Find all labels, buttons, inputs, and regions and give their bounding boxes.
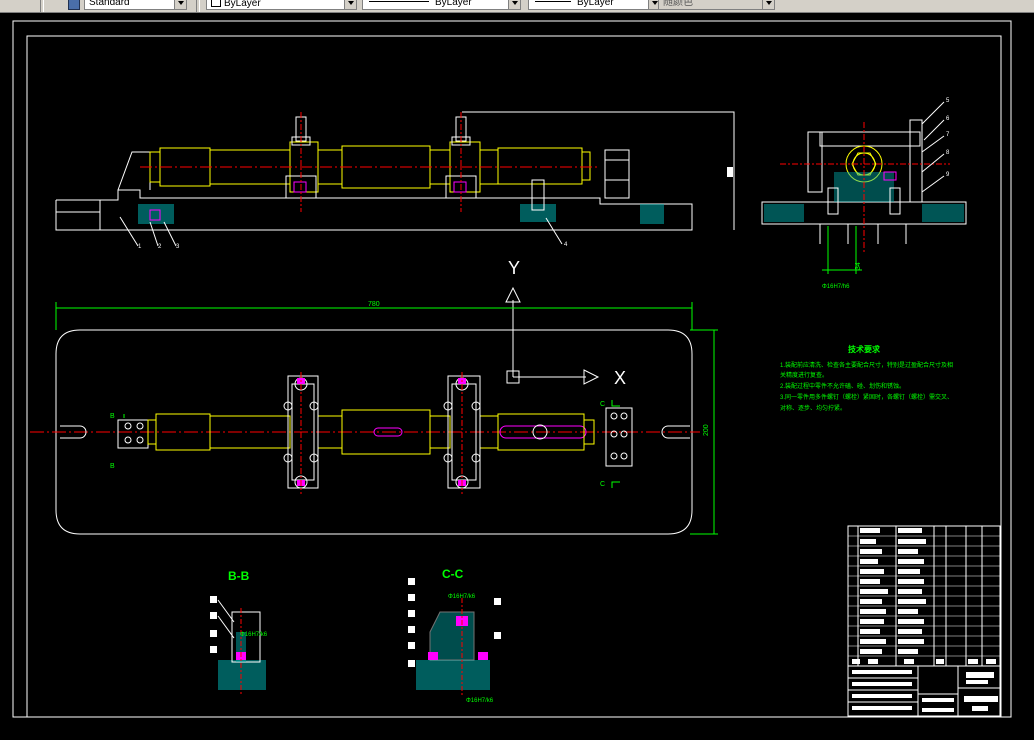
linetype-select[interactable]: ByLayer	[362, 0, 510, 10]
tech-req-line: 2.装配过程中零件不允许磕、碰、划伤和锈蚀。	[780, 382, 905, 390]
section-mark-b-top: B	[110, 413, 115, 420]
tech-req-line: 关精度进行复查。	[780, 371, 828, 379]
dimension-width-text: 200	[703, 424, 710, 436]
dimension-text: Φ16H7/h6	[822, 284, 850, 290]
part-number-label: 7	[946, 132, 950, 138]
layer-color-swatch-icon	[211, 0, 221, 7]
dimension-text: Φ16H7/k6	[448, 594, 476, 600]
section-cc-title: C-C	[442, 567, 464, 581]
section-mark-c-top: C	[600, 401, 605, 408]
lineweight-select[interactable]: ByLayer	[528, 0, 650, 10]
side-view: 34 Φ16H7/h6 5 6 7 8 9	[761, 98, 967, 290]
section-mark-b-bottom: B	[110, 463, 115, 470]
layer-dropdown-arrow[interactable]	[344, 0, 357, 10]
tech-req-line: 对称、逐步、均匀拧紧。	[780, 404, 846, 412]
part-number-label: 4	[564, 242, 568, 248]
part-number-label: 5	[946, 98, 950, 104]
linetype-dropdown-arrow[interactable]	[508, 0, 521, 10]
layer-select[interactable]: ByLayer	[206, 0, 346, 10]
title-block	[847, 525, 1001, 717]
text-style-select[interactable]: Standard	[84, 0, 176, 10]
dimension-text: Φ16H7/k6	[466, 698, 494, 704]
dimension-length-text: 780	[368, 301, 380, 308]
linetype-sample-icon	[369, 1, 429, 2]
ucs-x-label: X	[614, 368, 626, 388]
part-number-label: 9	[946, 172, 950, 178]
part-number-label: 3	[176, 244, 180, 250]
technical-requirements: 技术要求 1.装配前应清洗、检查各主要配合尺寸，特别是过盈配合尺寸及相 关精度进…	[780, 344, 953, 412]
section-bb-title: B-B	[228, 569, 250, 583]
tech-req-line: 3.同一零件用多件螺钉（螺栓）紧固时，各螺钉（螺栓）需交叉、	[780, 393, 953, 401]
section-bb-view: B-B Φ16H7/k6	[210, 569, 268, 696]
plot-style-dropdown-arrow[interactable]	[762, 0, 775, 10]
text-style-dropdown-arrow[interactable]	[174, 0, 187, 10]
lineweight-select-label: ByLayer	[577, 0, 614, 8]
front-view: 1 2 3 4	[55, 111, 735, 250]
layer-select-label: ByLayer	[224, 0, 261, 9]
tech-req-title: 技术要求	[848, 344, 881, 354]
dimension-text: 34	[855, 262, 862, 270]
section-cc-view: C-C Φ16H7/k6 Φ16H7/k6	[408, 567, 501, 704]
toolbar-separator	[40, 0, 44, 12]
dimension-text: Φ16H7/k6	[240, 632, 268, 638]
part-number-label: 8	[946, 150, 950, 156]
part-number-label: 1	[138, 244, 142, 250]
text-style-icon[interactable]	[68, 0, 80, 10]
linetype-select-label: ByLayer	[435, 0, 472, 8]
part-number-label: 6	[946, 116, 950, 122]
ucs-y-label: Y	[508, 258, 520, 278]
part-number-label: 2	[158, 244, 162, 250]
plot-style-select[interactable]: 随颜色	[658, 0, 764, 10]
ucs-icon: Y X	[505, 258, 626, 388]
top-view: 780 200 B B C C	[30, 301, 718, 535]
lineweight-sample-icon	[535, 1, 571, 2]
toolbar-separator	[196, 0, 200, 12]
section-mark-c-bottom: C	[600, 481, 605, 488]
cad-drawing-canvas[interactable]: 1 2 3 4 34 Φ16H7/h6 5 6 7 8 9 Y X 780 20…	[0, 12, 1034, 740]
tech-req-line: 1.装配前应清洗、检查各主要配合尺寸，特别是过盈配合尺寸及相	[780, 361, 953, 369]
